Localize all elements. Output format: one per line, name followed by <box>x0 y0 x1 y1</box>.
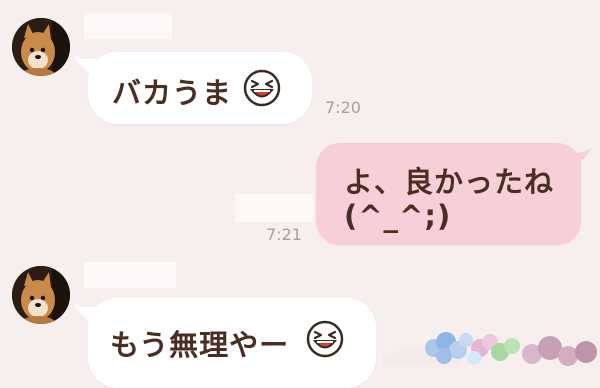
message-bubble-incoming[interactable]: バカうま <box>88 52 312 124</box>
message-text: もう無理やー <box>110 328 290 362</box>
contact-avatar[interactable] <box>12 18 70 76</box>
message-text-line-1: よ、良かったね <box>344 165 555 199</box>
sender-name-redacted <box>84 13 172 39</box>
shiba-dog-icon <box>12 18 70 76</box>
message-bubble-incoming[interactable]: もう無理やー <box>88 298 376 388</box>
contact-avatar[interactable] <box>12 266 70 324</box>
message-text-line-2: (^_^;) <box>344 199 452 233</box>
bubble-tail <box>566 148 592 170</box>
read-receipt-redacted <box>235 194 313 222</box>
chat-thread: バカうま 7:20 7:21 よ、良かったね (^_^;) もう無理やー <box>0 0 600 388</box>
laughing-face-emoji-icon <box>306 320 344 358</box>
message-bubble-outgoing[interactable]: よ、良かったね (^_^;) <box>316 143 581 245</box>
message-timestamp: 7:20 <box>325 98 361 117</box>
flower-decoration-icon <box>382 332 597 366</box>
message-text: バカうま <box>112 76 233 110</box>
laughing-face-emoji-icon <box>243 69 281 107</box>
sender-name-redacted <box>84 262 176 288</box>
shiba-dog-icon <box>12 266 70 324</box>
message-timestamp: 7:21 <box>266 225 302 244</box>
